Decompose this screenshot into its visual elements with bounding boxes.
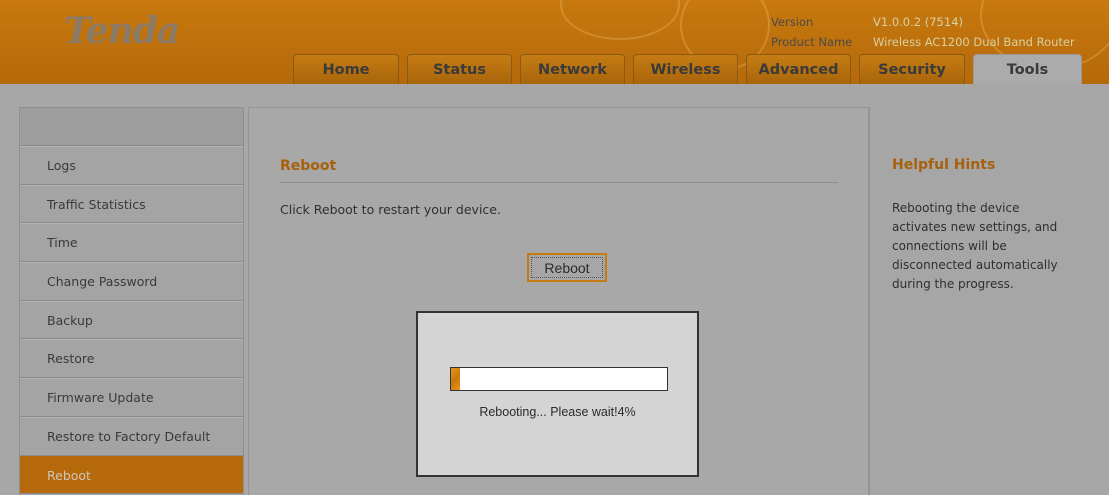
product-name-value: Wireless AC1200 Dual Band Router <box>873 35 1075 49</box>
product-name-label: Product Name <box>771 35 853 49</box>
progress-bar <box>450 367 668 391</box>
hints-title: Helpful Hints <box>892 157 996 173</box>
tab-advanced[interactable]: Advanced <box>746 54 851 84</box>
helpful-hints-panel: Helpful Hints Rebooting the device activ… <box>869 107 1109 495</box>
progress-fill <box>451 368 460 390</box>
version-label: Version <box>771 15 814 29</box>
tenda-logo: Tenda <box>64 10 180 52</box>
sidebar-item-backup[interactable]: Backup <box>20 301 243 340</box>
reboot-progress-dialog: Rebooting... Please wait!4% <box>416 311 699 477</box>
sidebar-menu: Logs Traffic Statistics Time Change Pass… <box>19 107 244 495</box>
reboot-button[interactable]: Reboot <box>527 253 607 282</box>
version-value: V1.0.0.2 (7514) <box>873 15 963 29</box>
reboot-description: Click Reboot to restart your device. <box>280 202 501 217</box>
tab-home[interactable]: Home <box>293 54 399 84</box>
sidebar-item-firmware-update[interactable]: Firmware Update <box>20 378 243 417</box>
header-decoration <box>560 0 680 40</box>
header-bar: Tenda Version Product Name V1.0.0.2 (751… <box>0 0 1109 84</box>
sidebar-item-logs[interactable]: Logs <box>20 146 243 185</box>
sidebar-header <box>20 108 243 146</box>
sidebar-item-reboot[interactable]: Reboot <box>20 455 243 495</box>
tab-status[interactable]: Status <box>407 54 512 84</box>
main-nav: Home Status Network Wireless Advanced Se… <box>293 54 1090 84</box>
title-divider <box>280 182 838 183</box>
page-title: Reboot <box>280 158 337 174</box>
device-info-values: V1.0.0.2 (7514) Wireless AC1200 Dual Ban… <box>873 12 1075 52</box>
tab-wireless[interactable]: Wireless <box>633 54 738 84</box>
sidebar-item-restore[interactable]: Restore <box>20 339 243 379</box>
hints-text: Rebooting the device activates new setti… <box>892 201 1058 291</box>
sidebar-item-time[interactable]: Time <box>20 223 243 263</box>
device-info-labels: Version Product Name <box>771 12 852 52</box>
sidebar-item-traffic-statistics[interactable]: Traffic Statistics <box>20 185 243 224</box>
sidebar-item-restore-factory-default[interactable]: Restore to Factory Default <box>20 417 243 456</box>
progress-text: Rebooting... Please wait!4% <box>479 405 636 419</box>
tab-tools[interactable]: Tools <box>973 54 1082 84</box>
tab-security[interactable]: Security <box>859 54 965 84</box>
tab-network[interactable]: Network <box>520 54 625 84</box>
sidebar-item-change-password[interactable]: Change Password <box>20 262 243 301</box>
